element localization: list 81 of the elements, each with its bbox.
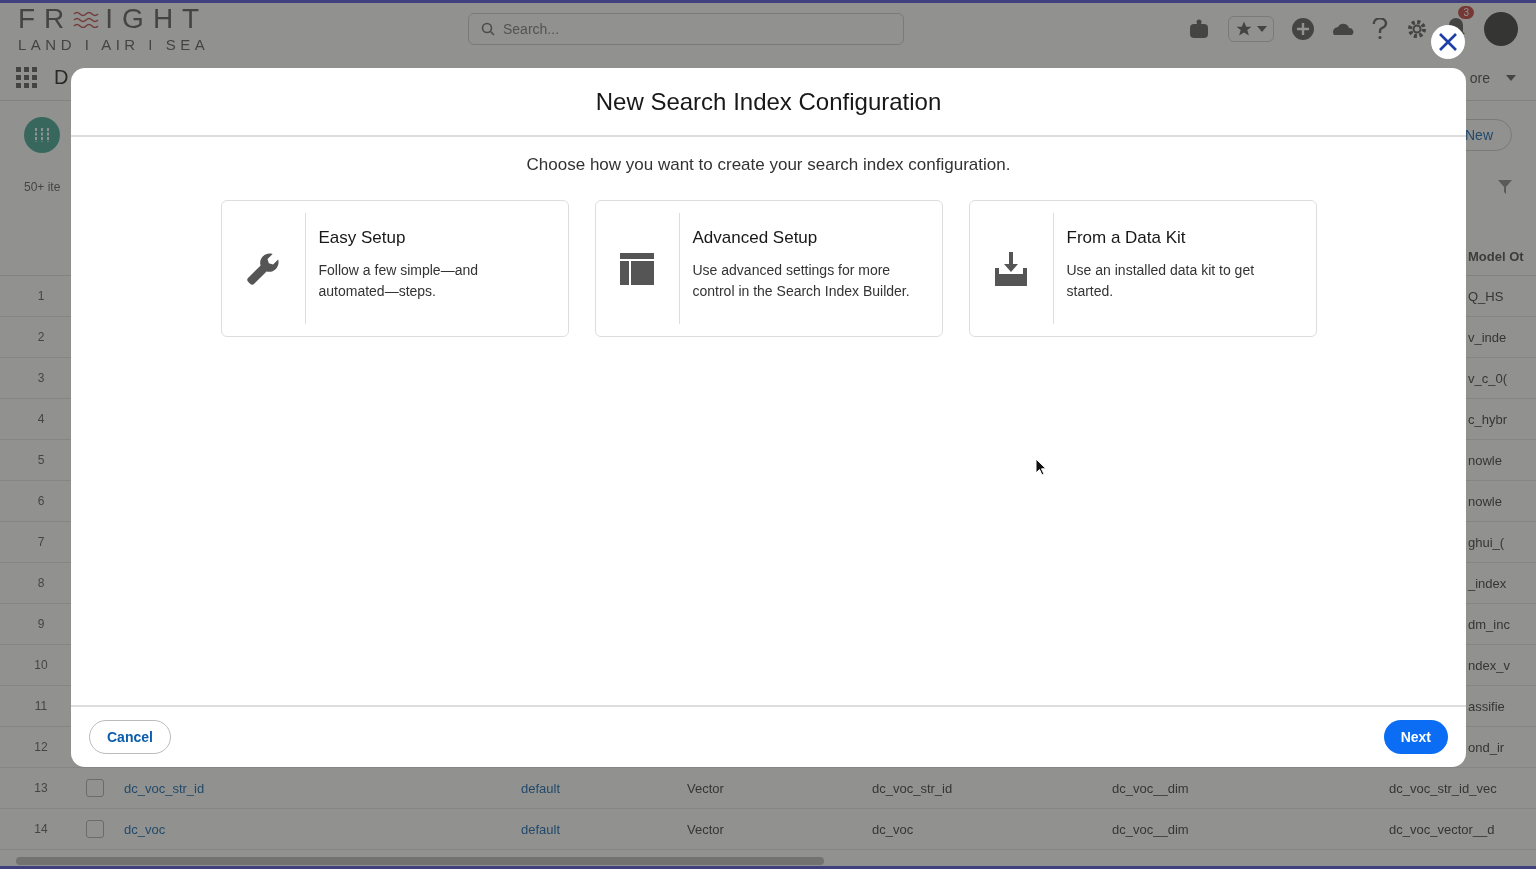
- option-card[interactable]: From a Data Kit Use an installed data kit to get started.: [968, 200, 1317, 337]
- filter-icon[interactable]: [1498, 180, 1512, 194]
- table-cell-text: nowle: [1468, 452, 1503, 468]
- table-cell-text: dc_voc__dim: [1112, 821, 1190, 837]
- table-link[interactable]: dc_voc: [124, 821, 521, 837]
- caret-icon: [1506, 74, 1516, 81]
- row-number: 5: [36, 453, 46, 467]
- table-cell-text: assifie: [1468, 698, 1506, 714]
- add-icon[interactable]: [1292, 18, 1314, 40]
- next-button[interactable]: Next: [1383, 720, 1448, 754]
- close-button[interactable]: [1431, 25, 1465, 59]
- help-icon[interactable]: [1372, 18, 1388, 40]
- notification-badge: 3: [1458, 6, 1474, 19]
- table-cell-text: ghui_(: [1468, 534, 1506, 550]
- logo-tagline: LAND I AIR I SEA: [18, 35, 211, 53]
- logo-text: IGHT: [105, 5, 209, 32]
- option-title: Advanced Setup: [692, 228, 819, 248]
- favorites-button[interactable]: [1228, 16, 1274, 42]
- column-header[interactable]: Model Ot: [1468, 248, 1536, 264]
- star-icon: [1235, 20, 1253, 38]
- option-card[interactable]: Easy Setup Follow a few simple—and automated—steps.: [220, 200, 569, 337]
- more-tab[interactable]: ore: [1463, 68, 1522, 87]
- wrench-icon: [246, 251, 280, 286]
- close-icon: [1438, 32, 1458, 52]
- table-cell-text: dc_voc_str_id_vec: [1389, 780, 1498, 796]
- row-number: 9: [36, 617, 46, 631]
- table-cell-text: v_c_0(: [1468, 370, 1509, 386]
- row-checkbox[interactable]: [86, 779, 104, 797]
- option-description: Follow a few simple—and automated—steps.: [318, 261, 479, 301]
- download-tray-icon: [995, 251, 1027, 286]
- option-description: Use an installed data kit to get started.: [1066, 261, 1256, 301]
- row-number: 8: [36, 576, 46, 590]
- row-number: 7: [36, 535, 46, 549]
- caret-icon: [1257, 26, 1267, 32]
- row-number: 14: [33, 822, 49, 836]
- row-number: 4: [36, 412, 46, 426]
- option-title: Easy Setup: [318, 228, 407, 248]
- row-number: 2: [36, 330, 46, 344]
- option-title: From a Data Kit: [1066, 228, 1187, 248]
- search-field[interactable]: Search...: [468, 13, 904, 45]
- row-number: 10: [33, 658, 49, 672]
- table-cell-text: nowle: [1468, 493, 1503, 509]
- table-cell-text: ndex_v: [1468, 657, 1511, 673]
- table-link[interactable]: default: [521, 821, 687, 837]
- table-cell-text: dc_voc_str_id: [872, 780, 954, 796]
- table-cell-text: _index: [1468, 575, 1508, 591]
- row-number: 12: [33, 740, 49, 754]
- avatar[interactable]: [1484, 12, 1518, 46]
- settings-icon[interactable]: [1406, 18, 1428, 40]
- table-cell-text: Q_HS: [1468, 288, 1505, 304]
- app-launcher-icon[interactable]: [16, 66, 38, 89]
- layout-icon: [620, 252, 654, 285]
- row-number: 6: [36, 494, 46, 508]
- cursor-icon: [1035, 458, 1047, 476]
- table-cell-text: dc_voc__dim: [1112, 780, 1190, 796]
- app-title: D: [54, 66, 69, 89]
- wave-icon: [73, 9, 100, 28]
- row-number: 1: [36, 289, 46, 303]
- row-number: 11: [33, 699, 49, 713]
- table-cell-text: dc_voc: [872, 821, 915, 837]
- table-cell-text: Vector: [687, 780, 725, 796]
- table-link[interactable]: default: [521, 780, 687, 796]
- cancel-button[interactable]: Cancel: [89, 720, 171, 754]
- logo-text: FR: [18, 5, 74, 32]
- option-description: Use advanced settings for more control in the Search Index Builder.: [692, 261, 911, 301]
- row-checkbox[interactable]: [86, 820, 104, 838]
- row-number: 3: [36, 371, 46, 385]
- table-cell-text: dm_inc: [1468, 616, 1511, 632]
- list-icon: [24, 117, 60, 153]
- table-cell-text: Vector: [687, 821, 725, 837]
- scrollbar[interactable]: [16, 857, 824, 865]
- table-cell-text: c_hybr: [1468, 411, 1509, 427]
- table-link[interactable]: dc_voc_str_id: [124, 780, 521, 796]
- table-cell-text: ond_ir: [1468, 739, 1506, 755]
- modal-subtitle: Choose how you want to create your search index configuration.: [526, 155, 1011, 175]
- option-card[interactable]: Advanced Setup Use advanced settings for more control in the Search Index Builder.: [594, 200, 943, 337]
- table-cell-text: v_inde: [1468, 329, 1508, 345]
- row-number: 13: [33, 781, 49, 795]
- table-cell-text: dc_voc_vector__d: [1389, 821, 1496, 837]
- item-count: 50+ ite: [24, 180, 61, 194]
- modal-title: New Search Index Configuration: [595, 87, 942, 116]
